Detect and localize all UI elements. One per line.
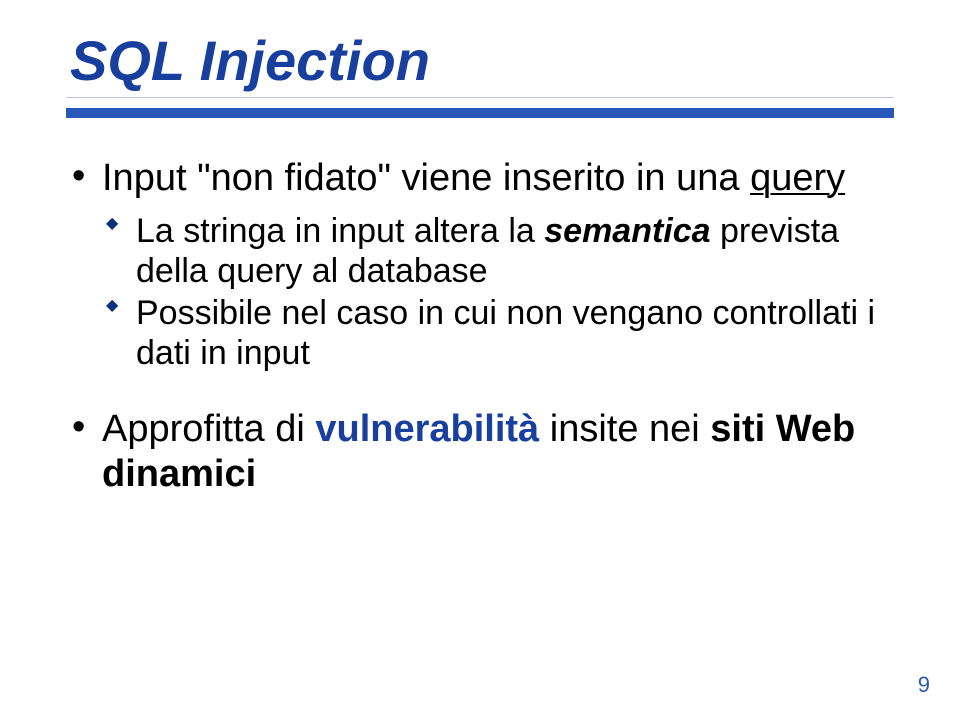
- bullet-2: Approfitta di vulnerabilità insite nei s…: [72, 407, 894, 497]
- divider-thick: [66, 108, 894, 118]
- title-divider: [66, 97, 894, 118]
- bullet-1b: Possibile nel caso in cui non vengano co…: [72, 293, 894, 373]
- bullet-2-vuln: vulnerabilità: [315, 408, 539, 450]
- divider-thin: [66, 97, 894, 98]
- slide-content: Input "non fidato" viene inserito in una…: [66, 118, 894, 497]
- bullet-1a: La stringa in input altera la semantica …: [72, 211, 894, 291]
- page-number: 9: [918, 672, 930, 698]
- bullet-1a-pre: La stringa in input altera la: [136, 212, 544, 250]
- bullet-1: Input "non fidato" viene inserito in una…: [72, 156, 894, 201]
- bullet-2-mid: insite nei: [539, 408, 710, 450]
- slide-title: SQL Injection: [66, 28, 894, 93]
- bullet-1a-semantica: semantica: [544, 212, 710, 250]
- bullet-2-pre: Approfitta di: [102, 408, 315, 450]
- bullet-1-text: Input "non fidato" viene inserito in una: [102, 157, 750, 199]
- bullet-1-query: query: [750, 157, 845, 199]
- slide: SQL Injection Input "non fidato" viene i…: [0, 0, 960, 718]
